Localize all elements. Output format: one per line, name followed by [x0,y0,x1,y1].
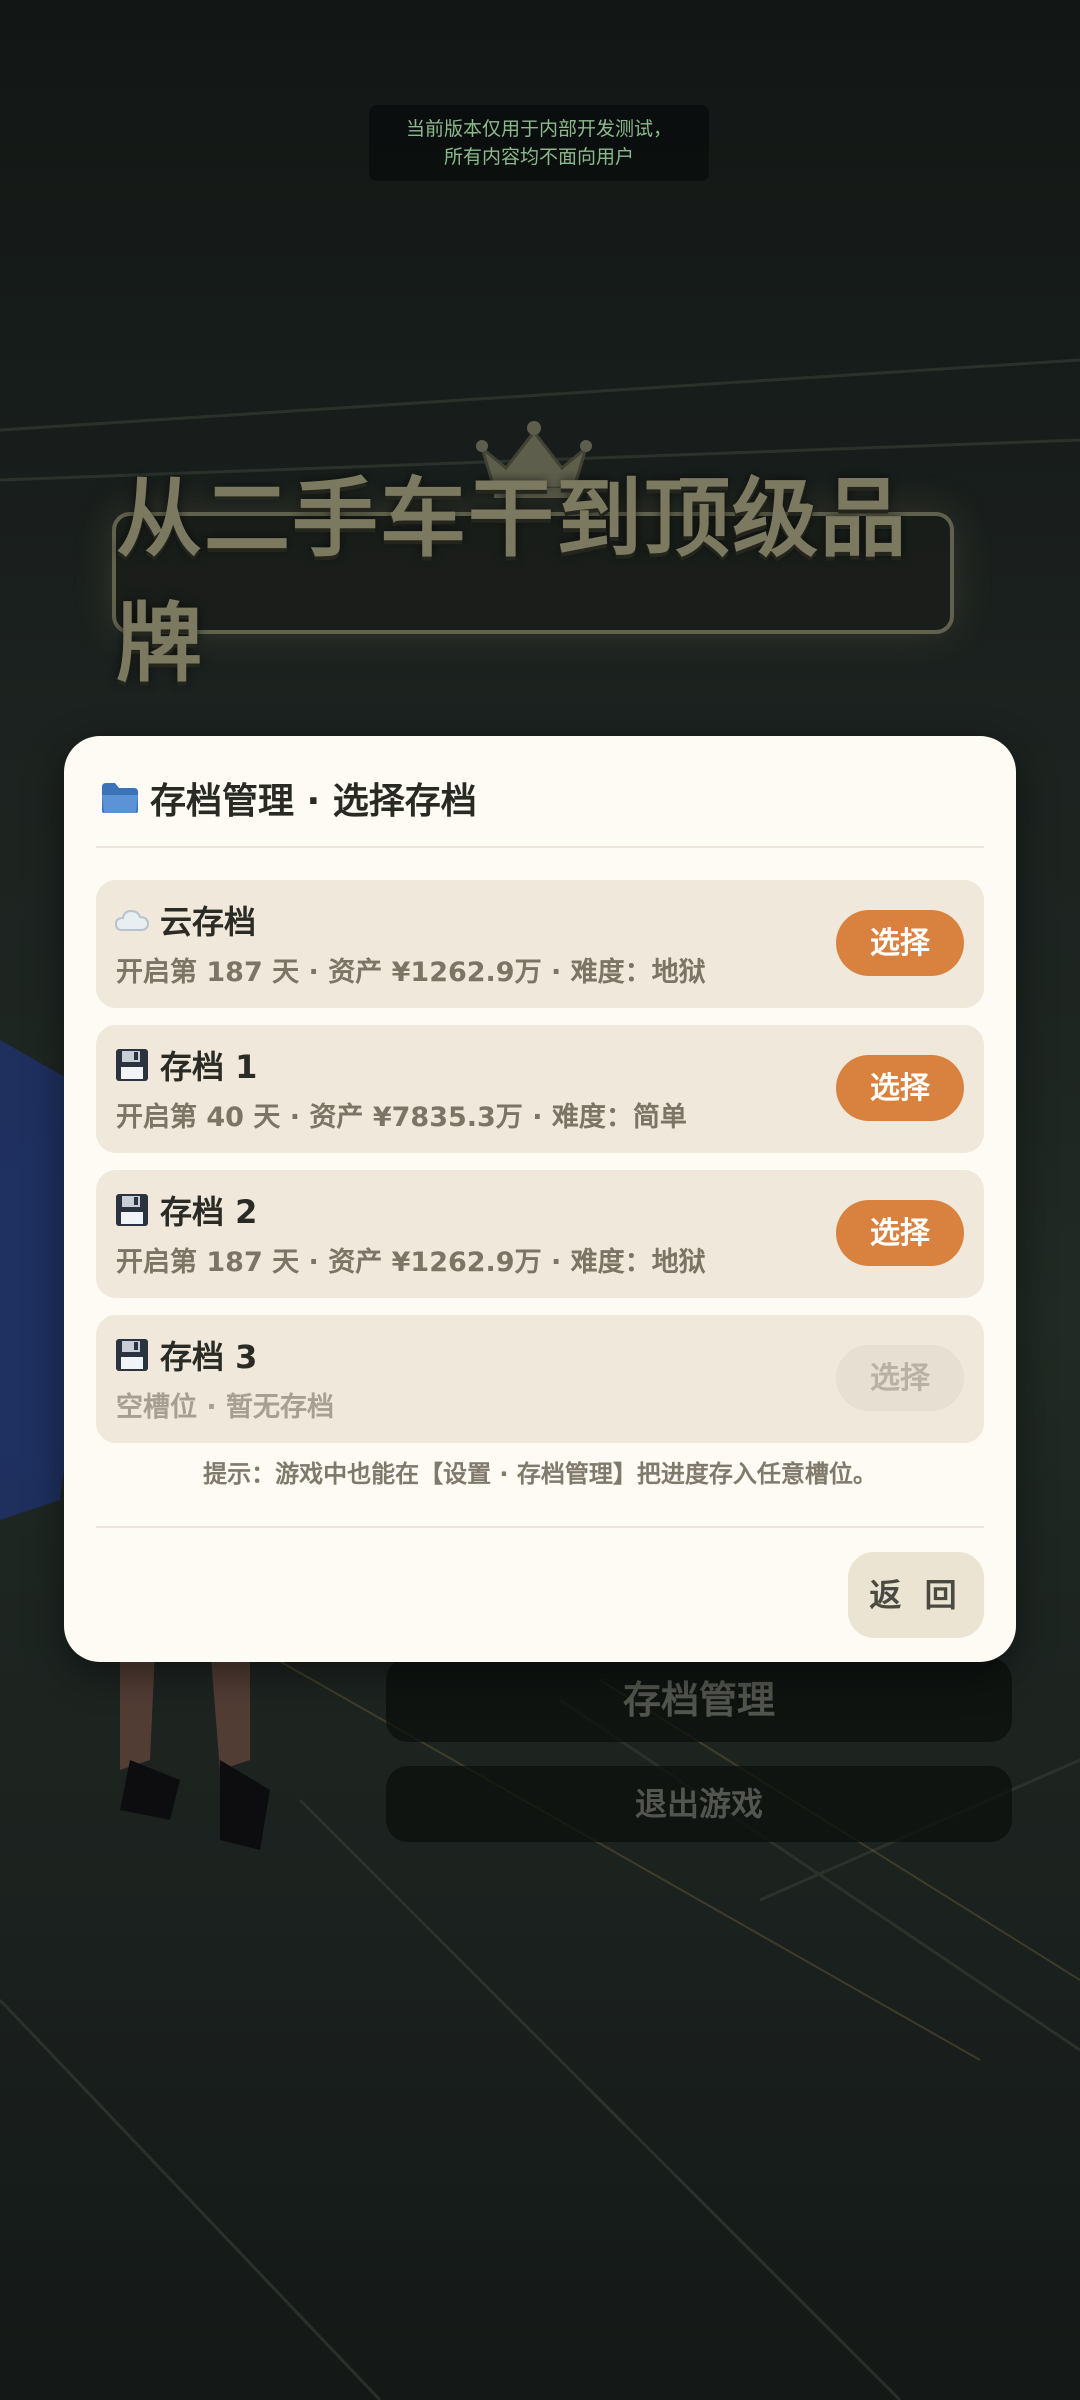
slot-name-row: 存档 1 [114,1043,257,1087]
back-button[interactable]: 返 回 [848,1552,984,1638]
footer-divider [96,1526,984,1528]
save-slot-2: 存档 2 开启第 187 天 · 资产 ¥1262.9万 · 难度：地狱 选择 [96,1170,984,1298]
slot-info: 开启第 40 天 · 资产 ¥7835.3万 · 难度：简单 [116,1102,687,1133]
slot-name-row: 存档 3 [114,1333,257,1377]
slot-info: 空槽位 · 暂无存档 [116,1392,335,1423]
save-slot-3: 存档 3 空槽位 · 暂无存档 选择 [96,1315,984,1443]
slot-name: 存档 3 [160,1338,258,1376]
floppy-disk-icon [116,1194,148,1226]
dialog-header: 存档管理 · 选择存档 [100,766,477,830]
select-cloud-save-button[interactable]: 选择 [836,910,964,976]
slot-name: 存档 1 [160,1048,258,1086]
floppy-disk-icon [116,1339,148,1371]
dialog-title: 存档管理 · 选择存档 [150,781,477,822]
hint-text: 提示：游戏中也能在【设置 · 存档管理】把进度存入任意槽位。 [203,1460,877,1488]
save-slot-cloud: 云存档 开启第 187 天 · 资产 ¥1262.9万 · 难度：地狱 选择 [96,880,984,1008]
select-save-3-button[interactable]: 选择 [836,1345,964,1411]
folder-icon [102,783,138,813]
slot-name: 存档 2 [160,1193,258,1231]
slot-name-row: 云存档 [114,898,256,942]
slot-name: 云存档 [160,903,257,941]
slot-info: 开启第 187 天 · 资产 ¥1262.9万 · 难度：地狱 [116,1247,706,1278]
floppy-disk-icon [116,1049,148,1081]
slot-name-row: 存档 2 [114,1188,257,1232]
slot-info: 开启第 187 天 · 资产 ¥1262.9万 · 难度：地狱 [116,957,706,988]
save-slot-1: 存档 1 开启第 40 天 · 资产 ¥7835.3万 · 难度：简单 选择 [96,1025,984,1153]
header-divider [96,846,984,848]
select-save-2-button[interactable]: 选择 [836,1200,964,1266]
cloud-icon [114,909,150,931]
save-manager-dialog: 存档管理 · 选择存档 云存档 开启第 187 天 · 资产 ¥1262.9万 … [64,736,1016,1662]
select-save-1-button[interactable]: 选择 [836,1055,964,1121]
